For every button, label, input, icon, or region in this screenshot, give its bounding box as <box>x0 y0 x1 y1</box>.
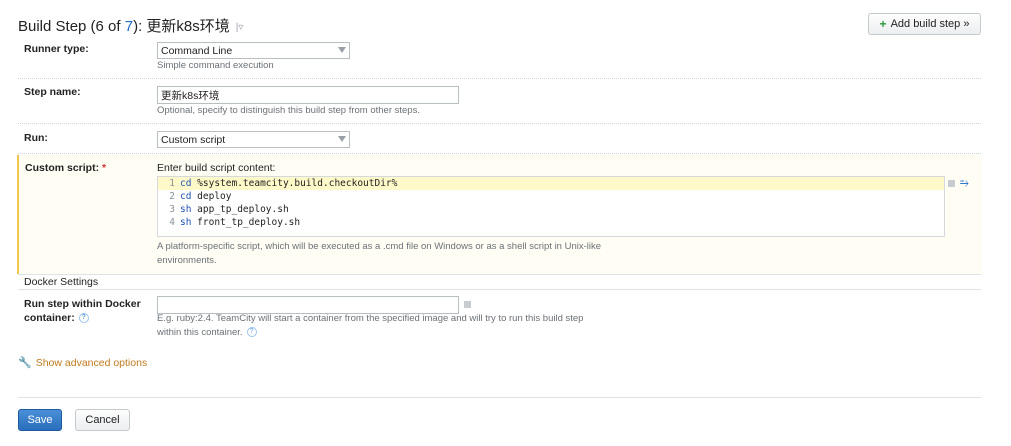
run-label: Run: <box>24 132 48 144</box>
code-keyword: sh <box>180 204 192 215</box>
runner-type-select[interactable]: Command Line <box>157 42 350 59</box>
plus-icon: + <box>879 17 887 31</box>
docker-hint-line1: E.g. ruby:2.4. TeamCity will start a con… <box>157 313 584 324</box>
custom-script-label: Custom script: * <box>25 162 106 174</box>
divider <box>18 153 981 154</box>
title-total-steps-link[interactable]: 7 <box>125 18 133 35</box>
add-build-step-button[interactable]: + Add build step » <box>868 13 981 35</box>
required-marker: * <box>102 162 107 174</box>
runner-type-label: Runner type: <box>24 43 89 55</box>
line-number: 3 <box>169 204 175 215</box>
cancel-button[interactable]: Cancel <box>75 409 130 431</box>
divider <box>18 123 981 124</box>
wrench-icon: 🔧 <box>18 357 32 369</box>
docker-settings-title: Docker Settings <box>24 276 99 288</box>
help-icon[interactable]: ? <box>78 313 89 324</box>
editor-intro: Enter build script content: <box>157 162 276 174</box>
expand-editor-icon[interactable] <box>948 179 955 187</box>
save-button[interactable]: Save <box>18 409 62 431</box>
show-advanced-options-link[interactable]: 🔧 Show advanced options <box>18 356 148 370</box>
code-text: app_tp_deploy.sh <box>191 204 289 215</box>
docker-hint-line2: within this container. <box>157 327 243 338</box>
docker-hint: E.g. ruby:2.4. TeamCity will start a con… <box>157 312 583 340</box>
code-text: front_tp_deploy.sh <box>191 217 301 228</box>
line-number: 1 <box>169 178 175 189</box>
step-name-label: Step name: <box>24 86 81 98</box>
line-number: 2 <box>169 191 175 202</box>
docker-label-line2: container: <box>24 312 75 324</box>
run-value: Custom script <box>161 133 226 146</box>
add-build-step-label: Add build step » <box>890 18 970 30</box>
editor-tools: ⥱ <box>948 178 969 189</box>
code-text: %system.teamcity.build.checkoutDir% <box>191 178 398 189</box>
docker-image-picker-icon[interactable] <box>464 301 471 308</box>
custom-script-hint-line1: A platform-specific script, which will b… <box>157 241 602 252</box>
docker-container-label: Run step within Docker container:? <box>24 297 141 325</box>
title-prefix: Build Step (6 of <box>18 18 125 35</box>
dropdown-arrow-icon <box>338 136 346 142</box>
runner-type-hint: Simple command execution <box>157 60 274 71</box>
code-text: deploy <box>191 191 232 202</box>
advanced-options-label: Show advanced options <box>35 356 148 369</box>
page-title: Build Step (6 of 7): 更新k8s环境 |▿ <box>18 15 243 36</box>
run-select[interactable]: Custom script <box>157 131 350 148</box>
divider <box>18 289 981 290</box>
code-line[interactable]: 4 sh front_tp_deploy.sh <box>158 216 944 229</box>
custom-script-hint-line2: environments. <box>157 255 217 266</box>
line-number: 4 <box>169 217 175 228</box>
code-keyword: cd <box>180 191 192 202</box>
step-switcher-icon[interactable]: |▿ <box>236 22 244 33</box>
divider <box>18 274 981 275</box>
help-icon[interactable]: ? <box>246 327 257 338</box>
code-line[interactable]: 2 cd deploy <box>158 190 944 203</box>
build-step-page: Build Step (6 of 7): 更新k8s环境 |▿ + Add bui… <box>0 0 1011 446</box>
code-keyword: cd <box>180 178 192 189</box>
word-wrap-icon[interactable]: ⥱ <box>960 178 969 189</box>
runner-type-value: Command Line <box>161 44 233 57</box>
step-name-hint: Optional, specify to distinguish this bu… <box>157 105 420 116</box>
step-name-input[interactable]: 更新k8s环境 <box>157 86 459 104</box>
divider <box>18 78 981 79</box>
docker-label-line1: Run step within Docker <box>24 298 141 310</box>
custom-script-hint: A platform-specific script, which will b… <box>157 240 601 268</box>
title-suffix: ): 更新k8s环境 <box>133 18 230 35</box>
script-editor[interactable]: 1 cd %system.teamcity.build.checkoutDir%… <box>157 176 945 237</box>
divider <box>18 397 981 398</box>
dropdown-arrow-icon <box>338 47 346 53</box>
code-keyword: sh <box>180 217 192 228</box>
step-name-value: 更新k8s环境 <box>161 89 220 102</box>
code-line[interactable]: 1 cd %system.teamcity.build.checkoutDir% <box>158 177 944 190</box>
code-line[interactable]: 3 sh app_tp_deploy.sh <box>158 203 944 216</box>
custom-script-label-text: Custom script: <box>25 162 100 174</box>
